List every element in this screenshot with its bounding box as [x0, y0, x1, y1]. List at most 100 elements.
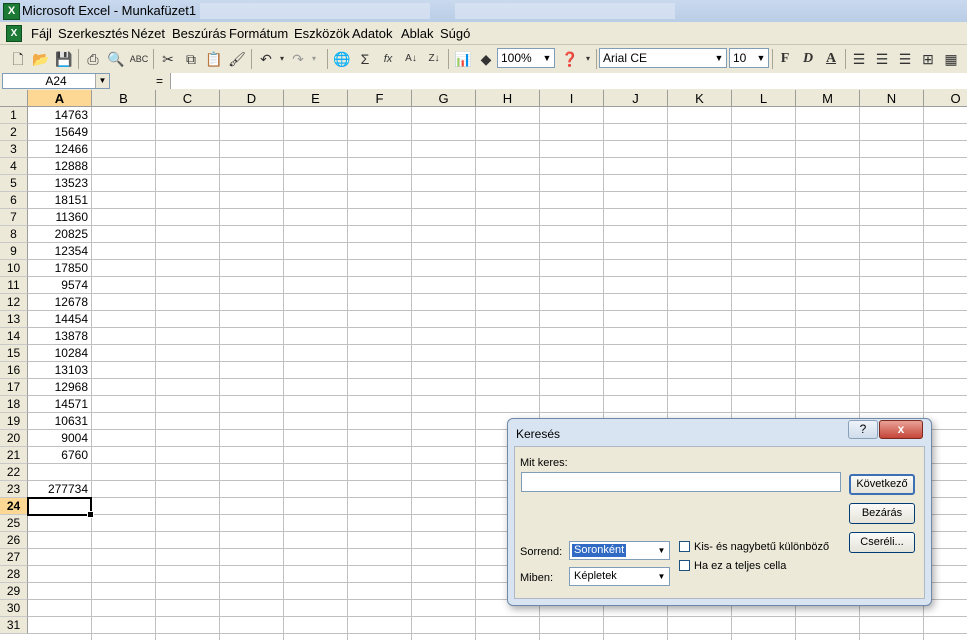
formula-input[interactable]	[170, 73, 967, 89]
row-header-14[interactable]: 14	[0, 328, 28, 345]
column-header-k[interactable]: K	[668, 90, 732, 107]
column-header-c[interactable]: C	[156, 90, 220, 107]
print-icon[interactable]: ⎙	[83, 49, 103, 69]
column-header-d[interactable]: D	[220, 90, 284, 107]
spelling-icon[interactable]: ABC	[129, 49, 149, 69]
row-header-24[interactable]: 24	[0, 498, 28, 515]
cell-a16[interactable]: 13103	[28, 362, 91, 379]
row-header-1[interactable]: 1	[0, 107, 28, 124]
font-size-combo[interactable]: 10 ▼	[729, 48, 769, 68]
menu-insert[interactable]: Beszúrás	[172, 26, 226, 41]
active-cell-a24[interactable]	[27, 497, 94, 518]
row-header-26[interactable]: 26	[0, 532, 28, 549]
workbook-icon[interactable]: X	[6, 25, 22, 42]
column-header-o[interactable]: O	[924, 90, 967, 107]
row-header-4[interactable]: 4	[0, 158, 28, 175]
chevron-down-icon[interactable]: ▼	[654, 568, 669, 585]
fill-handle[interactable]	[87, 511, 94, 518]
help-icon[interactable]: ❓	[560, 49, 580, 69]
cell-a2[interactable]: 15649	[28, 124, 91, 141]
match-case-label[interactable]: Kis- és nagybetű különböző	[694, 541, 829, 553]
dialog-close-button[interactable]: x	[879, 420, 923, 439]
menu-tools[interactable]: Eszközök	[294, 26, 350, 41]
row-header-7[interactable]: 7	[0, 209, 28, 226]
hyperlink-globe-icon[interactable]: 🌐	[332, 49, 352, 69]
menu-file[interactable]: Fájl	[31, 26, 52, 41]
row-header-10[interactable]: 10	[0, 260, 28, 277]
column-header-e[interactable]: E	[284, 90, 348, 107]
cell-a21[interactable]: 6760	[28, 447, 91, 464]
cell-a8[interactable]: 20825	[28, 226, 91, 243]
row-header-8[interactable]: 8	[0, 226, 28, 243]
row-header-30[interactable]: 30	[0, 600, 28, 617]
row-header-27[interactable]: 27	[0, 549, 28, 566]
row-header-11[interactable]: 11	[0, 277, 28, 294]
row-header-17[interactable]: 17	[0, 379, 28, 396]
row-header-25[interactable]: 25	[0, 515, 28, 532]
chevron-down-icon[interactable]: ▼	[654, 542, 669, 559]
search-order-select[interactable]: Soronként ▼	[569, 541, 670, 560]
column-header-b[interactable]: B	[92, 90, 156, 107]
cell-a17[interactable]: 12968	[28, 379, 91, 396]
row-header-18[interactable]: 18	[0, 396, 28, 413]
italic-button[interactable]: D	[798, 49, 818, 69]
menu-view[interactable]: Nézet	[131, 26, 165, 41]
row-header-28[interactable]: 28	[0, 566, 28, 583]
menu-help[interactable]: Súgó	[440, 26, 470, 41]
underline-button[interactable]: A	[821, 49, 841, 69]
row-header-3[interactable]: 3	[0, 141, 28, 158]
cell-a23[interactable]: 277734	[28, 481, 91, 498]
match-case-checkbox[interactable]	[679, 541, 690, 552]
format-painter-icon[interactable]: 🖌	[227, 49, 247, 69]
cell-a1[interactable]: 14763	[28, 107, 91, 124]
column-header-l[interactable]: L	[732, 90, 796, 107]
row-header-5[interactable]: 5	[0, 175, 28, 192]
row-header-16[interactable]: 16	[0, 362, 28, 379]
row-header-29[interactable]: 29	[0, 583, 28, 600]
row-header-13[interactable]: 13	[0, 311, 28, 328]
row-header-23[interactable]: 23	[0, 481, 28, 498]
save-icon[interactable]: 💾	[54, 49, 74, 69]
function-wizard-icon[interactable]: fx	[378, 49, 398, 69]
open-folder-icon[interactable]: 📂	[31, 49, 51, 69]
row-header-6[interactable]: 6	[0, 192, 28, 209]
align-left-icon[interactable]: ☰	[849, 49, 869, 69]
menu-data[interactable]: Adatok	[352, 26, 392, 41]
cell-a22[interactable]	[28, 464, 91, 481]
cell-a9[interactable]: 12354	[28, 243, 91, 260]
merge-center-icon[interactable]: ⊞	[918, 49, 938, 69]
column-header-m[interactable]: M	[796, 90, 860, 107]
whole-cell-checkbox[interactable]	[679, 560, 690, 571]
whole-cell-label[interactable]: Ha ez a teljes cella	[694, 560, 786, 572]
row-header-19[interactable]: 19	[0, 413, 28, 430]
formula-equals-icon[interactable]: =	[156, 74, 163, 88]
currency-icon[interactable]: ▦	[941, 49, 961, 69]
help-dropdown-icon[interactable]: ▾	[578, 49, 598, 69]
cell-a12[interactable]: 12678	[28, 294, 91, 311]
column-header-h[interactable]: H	[476, 90, 540, 107]
cell-a10[interactable]: 17850	[28, 260, 91, 277]
select-all-corner[interactable]	[0, 90, 28, 107]
look-in-select[interactable]: Képletek ▼	[569, 567, 670, 586]
chevron-down-icon[interactable]: ▼	[754, 49, 768, 67]
redo-dropdown-icon[interactable]: ▾	[304, 49, 324, 69]
align-right-icon[interactable]: ☰	[895, 49, 915, 69]
row-header-2[interactable]: 2	[0, 124, 28, 141]
cell-a20[interactable]: 9004	[28, 430, 91, 447]
column-header-j[interactable]: J	[604, 90, 668, 107]
find-next-button[interactable]: Következő	[849, 474, 915, 495]
row-header-12[interactable]: 12	[0, 294, 28, 311]
cell-a11[interactable]: 9574	[28, 277, 91, 294]
cell-a5[interactable]: 13523	[28, 175, 91, 192]
cell-a7[interactable]: 11360	[28, 209, 91, 226]
chevron-down-icon[interactable]: ▼	[95, 74, 109, 88]
column-header-g[interactable]: G	[412, 90, 476, 107]
menu-format[interactable]: Formátum	[229, 26, 288, 41]
close-button[interactable]: Bezárás	[849, 503, 915, 524]
chevron-down-icon[interactable]: ▼	[712, 49, 726, 67]
zoom-combo[interactable]: 100% ▼	[497, 48, 555, 68]
replace-button[interactable]: Cseréli...	[849, 532, 915, 553]
drawing-icon[interactable]: ◆	[476, 49, 496, 69]
cut-icon[interactable]: ✂	[158, 49, 178, 69]
print-preview-icon[interactable]: 🔍	[106, 49, 126, 69]
